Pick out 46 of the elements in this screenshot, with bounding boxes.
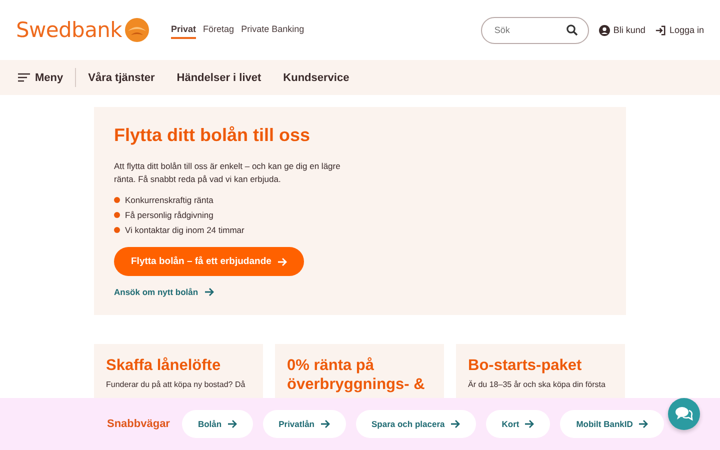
header-link[interactable]: Bli kund	[599, 24, 646, 36]
menu-button[interactable]: Meny	[18, 72, 64, 84]
card-text: Funderar du på att köpa ny bostad? Då	[106, 380, 246, 389]
arrow-icon	[524, 419, 534, 429]
apply-link[interactable]: Ansök om nytt bolån	[114, 287, 214, 297]
card-title: Skaffa lånelöfte	[106, 356, 222, 375]
nav-link[interactable]: Kundservice	[283, 72, 350, 84]
bullet-text: Konkurrenskraftig ränta	[125, 194, 214, 204]
bullet-text: Vi kontaktar dig inom 24 timmar	[125, 224, 244, 234]
chat-icon	[675, 406, 693, 422]
hero-title: Flytta ditt bolån till oss	[114, 125, 312, 146]
user-icon	[599, 24, 610, 36]
login-icon	[655, 24, 666, 36]
card-text: Är du 18–35 år och ska köpa din första	[468, 380, 606, 389]
card-title: 0% ränta på överbryggnings- &	[287, 356, 426, 394]
arrow-icon	[450, 419, 460, 429]
bullet-icon	[114, 226, 120, 232]
segment-tab[interactable]: Privat	[171, 21, 196, 39]
segment-tab[interactable]: Företag	[203, 21, 234, 39]
bullet-text: Få personlig rådgivning	[125, 210, 214, 220]
quicklink-button[interactable]: Bolån	[182, 410, 253, 438]
arrow-icon	[226, 419, 237, 429]
menu-icon	[18, 73, 30, 82]
promo-card[interactable]: Skaffa lånelöfte Funderar du på att köpa ny bostad? Då	[94, 344, 263, 398]
logo-icon	[125, 18, 150, 42]
bullet-icon	[114, 196, 120, 202]
search-field[interactable]: Sök	[481, 16, 590, 44]
chat-button[interactable]	[668, 398, 700, 430]
arrow-icon	[204, 287, 214, 297]
quicklink-button[interactable]: Kort	[486, 410, 550, 438]
search-icon	[566, 24, 578, 36]
arrow-icon	[277, 256, 288, 266]
hero-text: Att flytta ditt bolån till oss är enkelt – och kan ge dig en lägre ränta. Få snabbt reda på vad vi kan erbjuda.	[114, 160, 342, 186]
arrow-icon	[320, 419, 330, 429]
quicklink-button[interactable]: Privatlån	[262, 410, 346, 438]
quicklink-button[interactable]: Mobilt BankID	[560, 410, 664, 438]
card-title: Bo-starts-paket	[468, 356, 583, 375]
quicklink-button[interactable]: Spara och placera	[356, 410, 476, 438]
nav-link[interactable]: Våra tjänster	[88, 72, 155, 84]
bullet-icon	[114, 212, 120, 218]
quicklinks-label: Snabbvägar	[107, 418, 170, 430]
arrow-icon	[638, 419, 648, 429]
header-link[interactable]: Logga in	[655, 24, 704, 36]
promo-card[interactable]: Bo-starts-paket Är du 18–35 år och ska köpa din första	[456, 344, 625, 398]
nav-link[interactable]: Händelser i livet	[176, 72, 262, 84]
segment-tab[interactable]: Private Banking	[241, 21, 304, 39]
